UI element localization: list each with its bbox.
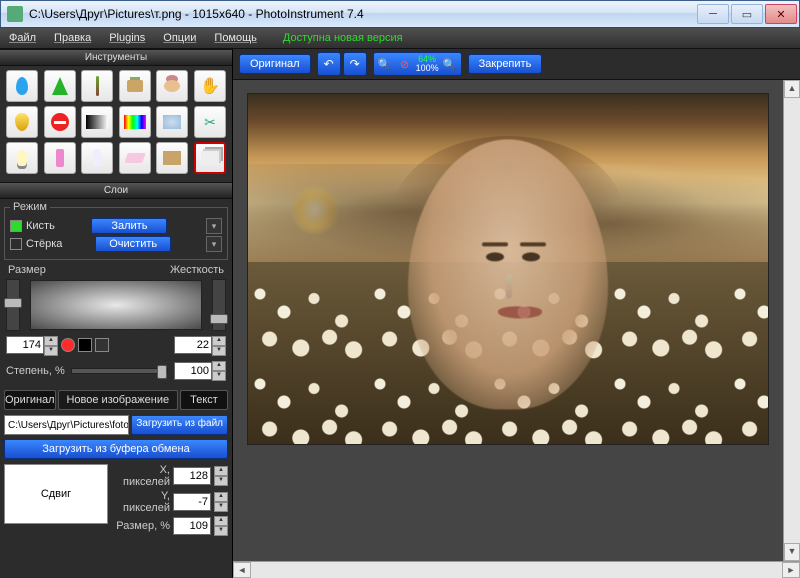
- right-panel: Оригинал ↶ ↷ 🔍 ⊘ 64% 100% 🔍 Закрепить: [233, 49, 800, 578]
- close-button[interactable]: ✕: [765, 4, 797, 24]
- hand-icon: ✋: [200, 76, 220, 96]
- tools-panel-header: Инструменты: [0, 49, 232, 66]
- fill-options-button[interactable]: ▾: [206, 218, 222, 234]
- tool-gradient-rainbow[interactable]: [119, 106, 151, 138]
- hardness-spinner[interactable]: ▲▼: [212, 336, 226, 356]
- tools-grid: ✋ ✂: [0, 66, 232, 182]
- load-file-button[interactable]: Загрузить из файл: [131, 415, 228, 435]
- tool-package[interactable]: [156, 142, 188, 174]
- layers-panel-header: Слои: [0, 182, 232, 199]
- checkbox-icon: [10, 238, 22, 250]
- x-value[interactable]: 128: [173, 467, 211, 485]
- tab-newimage[interactable]: Новое изображение: [58, 390, 178, 410]
- clear-button[interactable]: Очистить: [95, 236, 171, 252]
- hardness-slider[interactable]: [212, 279, 226, 331]
- window-titlebar: C:\Users\Друг\Pictures\т.png - 1015x640 …: [0, 0, 800, 27]
- menu-help[interactable]: Помощь: [205, 32, 266, 44]
- canvas-toolbar: Оригинал ↶ ↷ 🔍 ⊘ 64% 100% 🔍 Закрепить: [233, 49, 800, 80]
- tool-noentry[interactable]: [44, 106, 76, 138]
- hardness-value[interactable]: 22: [174, 336, 212, 354]
- scissors-icon: ✂: [204, 114, 216, 131]
- tool-gradient-bw[interactable]: [81, 106, 113, 138]
- app-icon: [7, 6, 23, 22]
- size-pct-spinner[interactable]: ▲▼: [214, 516, 228, 536]
- zoom-in-button[interactable]: 🔍: [441, 55, 459, 73]
- zoom-out-button[interactable]: 🔍: [376, 55, 394, 73]
- tool-cfl[interactable]: [81, 142, 113, 174]
- mode-legend: Режим: [10, 201, 50, 213]
- pin-button[interactable]: Закрепить: [468, 54, 543, 74]
- degree-slider[interactable]: [71, 368, 168, 374]
- canvas-image: [248, 94, 768, 444]
- bg-swatch[interactable]: [78, 338, 92, 352]
- tool-smudge[interactable]: [156, 70, 188, 102]
- tool-bulb[interactable]: [6, 142, 38, 174]
- fill-button[interactable]: Залить: [91, 218, 167, 234]
- tool-stamp[interactable]: [119, 70, 151, 102]
- vertical-scrollbar[interactable]: ▲▼: [783, 80, 800, 561]
- y-spinner[interactable]: ▲▼: [214, 492, 228, 512]
- tool-hand[interactable]: ✋: [194, 70, 226, 102]
- original-button[interactable]: Оригинал: [239, 54, 311, 74]
- minimize-button[interactable]: ─: [697, 4, 729, 24]
- tool-drop[interactable]: [6, 70, 38, 102]
- size-value[interactable]: 174: [6, 336, 44, 354]
- reset-icon: ⊘: [400, 58, 409, 71]
- tab-text[interactable]: Текст: [180, 390, 228, 410]
- tool-brush[interactable]: [81, 70, 113, 102]
- fg-swatch[interactable]: [61, 338, 75, 352]
- zoom-out-icon: 🔍: [378, 58, 392, 71]
- load-clipboard-button[interactable]: Загрузить из буфера обмена: [4, 439, 228, 459]
- redo-icon: ↷: [350, 57, 360, 71]
- window-title: C:\Users\Друг\Pictures\т.png - 1015x640 …: [29, 7, 364, 21]
- y-label: Y, пикселей: [112, 490, 170, 514]
- tool-layers[interactable]: [194, 142, 226, 174]
- x-spinner[interactable]: ▲▼: [214, 466, 228, 486]
- update-available-link[interactable]: Доступна новая версия: [274, 32, 412, 44]
- clear-options-button[interactable]: ▾: [206, 236, 222, 252]
- undo-button[interactable]: ↶: [317, 52, 341, 76]
- file-path-combo[interactable]: C:\Users\Друг\Pictures\foto na ▼: [4, 415, 129, 435]
- menu-bar: Файл Правка Plugins Опции Помощь Доступн…: [0, 27, 800, 49]
- redo-button[interactable]: ↷: [343, 52, 367, 76]
- tool-scissors[interactable]: ✂: [194, 106, 226, 138]
- menu-plugins[interactable]: Plugins: [100, 32, 154, 44]
- mode-eraser-option[interactable]: Стёрка: [10, 238, 62, 250]
- degree-spinner[interactable]: ▲▼: [212, 361, 226, 381]
- undo-icon: ↶: [324, 57, 334, 71]
- hardness-label: Жесткость: [170, 264, 224, 276]
- shift-button[interactable]: Сдвиг: [4, 464, 108, 524]
- tool-blur[interactable]: [156, 106, 188, 138]
- menu-file[interactable]: Файл: [0, 32, 45, 44]
- degree-value[interactable]: 100: [174, 362, 212, 380]
- tool-bottle[interactable]: [44, 142, 76, 174]
- tab-original[interactable]: Оригинал: [4, 390, 56, 410]
- zoom-readout: 64% 100%: [416, 55, 439, 73]
- degree-label: Степень, %: [6, 365, 65, 377]
- y-value[interactable]: -7: [173, 493, 211, 511]
- maximize-button[interactable]: ▭: [731, 4, 763, 24]
- size-pct-label: Размер, %: [112, 520, 170, 532]
- tool-cone[interactable]: [44, 70, 76, 102]
- swap-swatch-button[interactable]: [95, 338, 109, 352]
- x-label: X, пикселей: [112, 464, 170, 488]
- checkbox-icon: [10, 220, 22, 232]
- menu-options[interactable]: Опции: [154, 32, 205, 44]
- left-panel: Инструменты ✋ ✂: [0, 49, 233, 578]
- size-spinner[interactable]: ▲▼: [44, 336, 58, 356]
- mode-box: Режим Кисть Залить ▾ Стёрка Очистить ▾: [4, 201, 228, 260]
- zoom-control: 🔍 ⊘ 64% 100% 🔍: [373, 52, 462, 76]
- menu-edit[interactable]: Правка: [45, 32, 100, 44]
- size-label: Размер: [8, 264, 46, 276]
- mode-brush-option[interactable]: Кисть: [10, 220, 55, 232]
- size-pct-value[interactable]: 109: [173, 517, 211, 535]
- size-slider[interactable]: [6, 279, 20, 331]
- canvas-viewport[interactable]: [233, 80, 783, 561]
- brush-preview: [30, 280, 202, 330]
- zoom-in-icon: 🔍: [443, 58, 457, 71]
- zoom-reset-button[interactable]: ⊘: [396, 55, 414, 73]
- tool-eraser[interactable]: [119, 142, 151, 174]
- tool-shield[interactable]: [6, 106, 38, 138]
- horizontal-scrollbar[interactable]: ◄►: [233, 561, 800, 578]
